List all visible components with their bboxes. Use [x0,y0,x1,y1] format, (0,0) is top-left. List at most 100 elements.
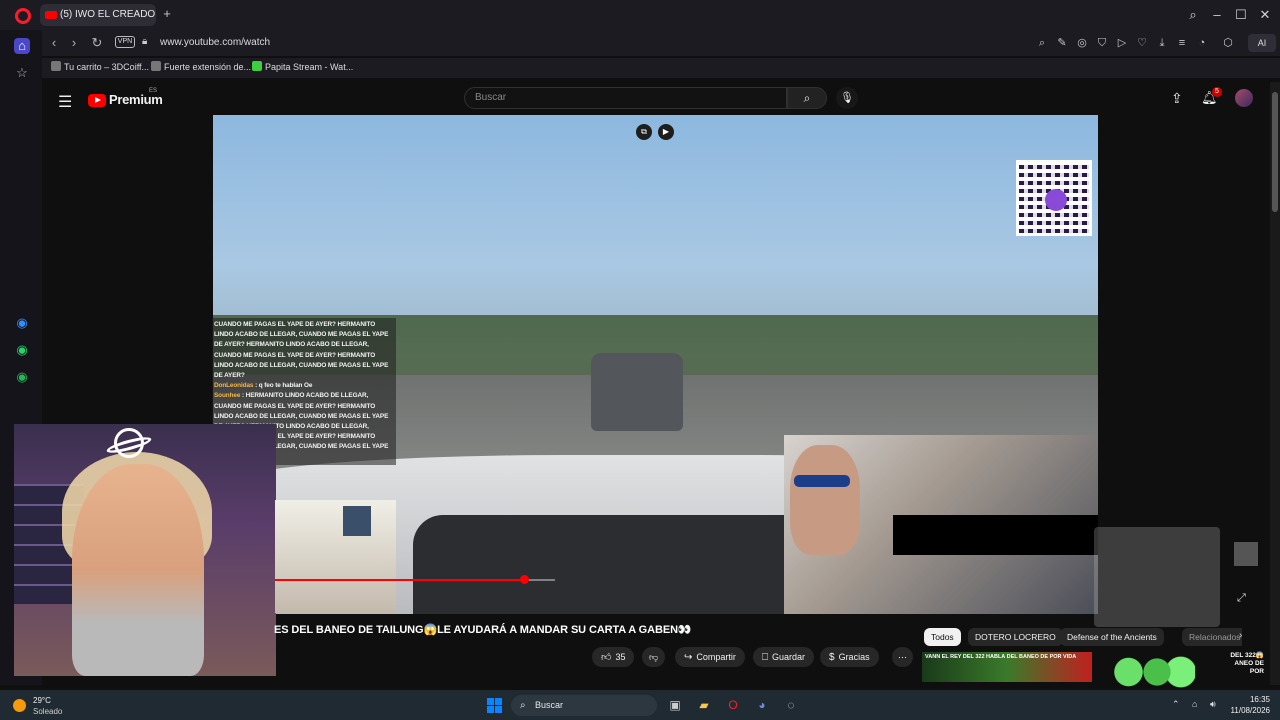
inset-person [790,445,860,555]
planet-logo-icon [105,424,153,462]
clock-time[interactable]: 16:35 [1226,695,1270,704]
youtube-play-icon [88,94,106,107]
chip-dota[interactable]: Defense of the Ancients [1060,628,1164,646]
tray-chevron-icon[interactable]: ⌃ [1172,699,1180,710]
reload-icon[interactable]: ↻ [88,34,106,52]
search-input[interactable]: Buscar [464,87,787,109]
thanks-button[interactable]: $ Gracias [820,647,879,667]
messenger-icon[interactable]: ◉ [14,315,30,331]
play-icon[interactable]: ▷ [1115,36,1129,50]
vpn-badge[interactable]: VPN [115,36,135,48]
chat-text: CUANDO ME PAGAS EL YAPE DE AYER? HERMANI… [214,321,389,380]
page-scrollbar[interactable] [1270,82,1280,685]
expand-icon[interactable]: ⤢ [1237,592,1246,605]
weather-sun-icon[interactable] [13,699,26,712]
thumbs-up-icon: 👍︎ [601,652,612,663]
whatsapp-icon[interactable]: ◉ [14,342,30,358]
zoom-icon[interactable]: ⌕ [1035,36,1049,50]
minimize-icon[interactable]: – [1208,6,1226,24]
edit-icon[interactable]: ✎ [1055,36,1069,50]
region-code: ES [149,88,158,94]
related-side-text: DEL 322😱 ANEO DE POR [1230,652,1264,675]
share-label: Compartir [696,652,736,662]
like-count: 35 [615,652,626,662]
ai-button[interactable]: AI [1248,34,1276,52]
bookmark-icon: ⎕ [762,652,768,663]
chip-related[interactable]: Relacionados [1182,628,1242,646]
video-frame-car [591,353,683,431]
bookmark-item[interactable]: Papita Stream - Wat... [252,61,353,72]
cast-icon[interactable]: ▶ [658,124,674,140]
upload-icon[interactable]: ⇪ [1171,90,1183,107]
url-field[interactable]: www.youtube.com/watch [160,37,270,48]
chip-dotero[interactable]: DOTERO LOCRERO [968,628,1063,646]
chip-all[interactable]: Todos [924,628,961,646]
opera-taskbar-icon[interactable]: O [725,697,741,713]
miniplayer-icon[interactable]: ⧉ [636,124,652,140]
bookmark-item[interactable]: Tu carrito – 3DCoiff... [51,61,149,72]
task-view-icon[interactable]: ▣ [667,697,683,713]
chip-label: Relacionados [1189,632,1241,642]
taskbar-search[interactable]: ⌕ Buscar [511,695,657,716]
avatar[interactable] [1235,89,1253,107]
menu-icon[interactable]: ≡ [1175,36,1189,50]
heart-icon[interactable]: ♡ [1135,36,1149,50]
scrollbar-thumb[interactable] [1272,92,1278,212]
youtube-logo[interactable]: Premium [88,92,163,110]
chat-user: DonLeonidas [214,382,254,390]
extensions-icon[interactable]: ⬡ [1221,36,1235,50]
windows-start-icon[interactable] [487,698,502,713]
clock-date[interactable]: 11/08/2026 [1216,706,1270,715]
more-actions-button[interactable]: ⋯ [892,647,913,667]
chat-text: : q feo te hablan Oe [253,382,313,390]
opera-logo-icon[interactable] [15,8,31,24]
windows-taskbar: 29°C Soleado ⌕ Buscar ▣ ▰ O ◕ ◌ ⌃ ⌂ 🔊︎ 16… [0,690,1280,720]
discord-icon[interactable]: ◕ [754,697,770,713]
browser-tab[interactable]: (5) IWO EL CREADOR [40,4,156,26]
ai-label: AI [1257,38,1267,48]
camera-icon[interactable]: ◎ [1075,36,1089,50]
download-icon[interactable]: ⤓ [1155,36,1169,50]
back-icon[interactable]: ‹ [45,34,63,52]
bookmark-favicon-icon [151,61,161,71]
profile-icon[interactable]: ◔ [1195,36,1209,50]
bookmark-favicon-icon [252,61,262,71]
progress-bar[interactable] [275,575,555,584]
maximize-icon[interactable]: ☐ [1232,6,1250,24]
side-thumbnail[interactable] [1234,542,1258,566]
bookmark-item[interactable]: Fuerte extensión de... [151,61,251,72]
home-icon[interactable]: ⌂ [14,38,30,54]
streamer-webcam [14,424,276,676]
volume-icon[interactable]: 🔊︎ [1210,699,1216,710]
save-button[interactable]: ⎕ Guardar [753,647,815,667]
new-tab-icon[interactable]: + [160,7,174,21]
file-explorer-icon[interactable]: ▰ [696,697,712,713]
related-filter-chips: Todos DOTERO LOCRERO Defense of the Anci… [922,628,1242,648]
lock-icon[interactable]: 🔒︎ [142,36,147,47]
like-button[interactable]: 👍︎ 35 [592,647,635,667]
network-icon[interactable]: ⌂ [1192,699,1197,709]
close-icon[interactable]: ✕ [1256,6,1274,24]
miniplayer-ghost [1094,527,1220,627]
app-icon[interactable]: ◌ [783,697,799,713]
weather-temperature: 29°C [33,696,51,705]
voice-search-icon[interactable]: 🎙︎ [836,87,858,109]
search-button[interactable]: ⌕ [787,87,827,109]
hamburger-menu-icon[interactable]: ☰ [58,92,72,112]
spotify-icon[interactable]: ◉ [14,369,30,385]
chevron-right-icon[interactable]: › [1239,630,1242,641]
shield-icon[interactable]: ⛉ [1095,36,1109,50]
streamer-person [72,464,204,676]
star-icon[interactable]: ☆ [14,65,30,81]
chip-label: Defense of the Ancients [1067,632,1157,642]
forward-icon[interactable]: › [65,34,83,52]
youtube-favicon-icon [45,11,57,19]
tab-title: (5) IWO EL CREADOR [60,9,156,20]
search-tabs-icon[interactable]: ⌕ [1184,6,1202,24]
dislike-button[interactable]: 👎︎ [642,647,666,667]
share-button[interactable]: ↪ Compartir [675,647,745,667]
related-thumb-text: VANN EL REY DEL 322 HABLA DEL BANEO DE P… [925,654,1077,660]
chat-message: DonLeonidas : q feo te hablan Oe [214,381,394,391]
thumbs-down-icon: 👎︎ [649,652,659,662]
related-video-thumbnail[interactable]: VANN EL REY DEL 322 HABLA DEL BANEO DE P… [922,652,1092,682]
